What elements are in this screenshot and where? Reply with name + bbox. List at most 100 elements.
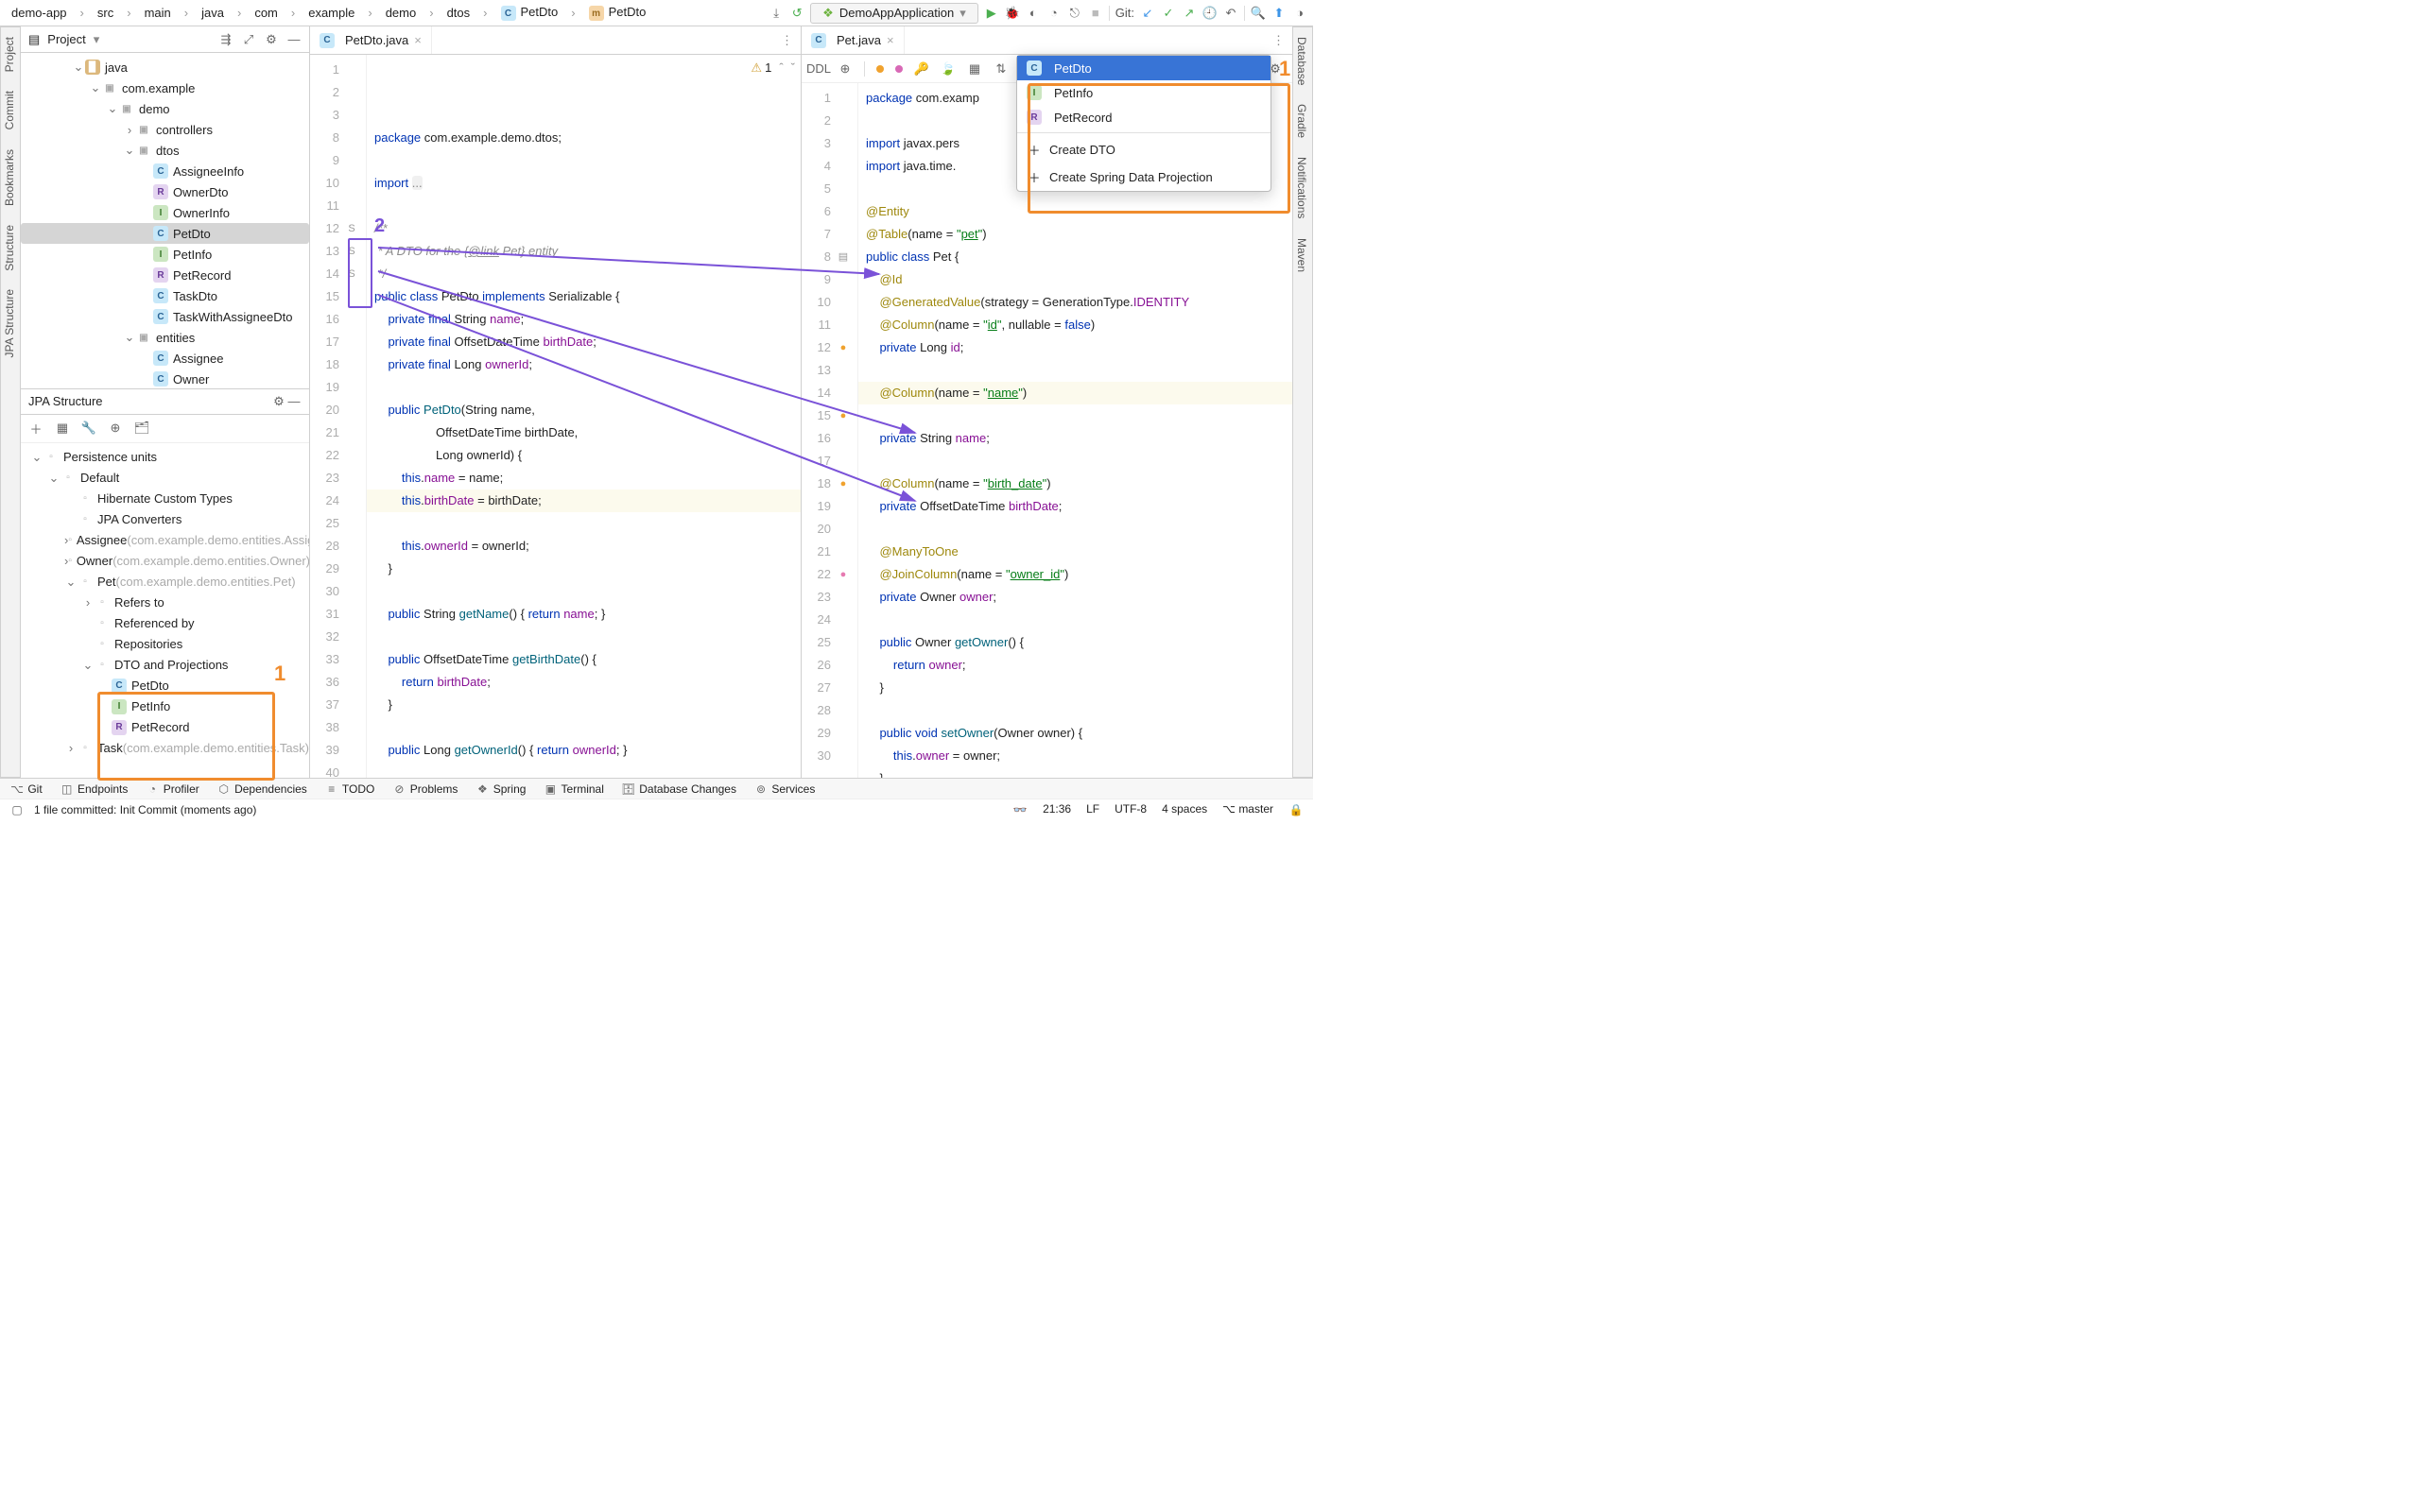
tree-item-entities[interactable]: ⌄▣entities xyxy=(21,327,309,348)
git-update-icon[interactable]: ↙ xyxy=(1140,6,1155,21)
tree-item-assignee[interactable]: CAssignee xyxy=(21,348,309,369)
tool-stripe-structure[interactable]: Structure xyxy=(1,215,18,281)
gear-icon[interactable]: ⚙ xyxy=(271,394,286,409)
select-opened-icon[interactable]: ⇶ xyxy=(218,32,233,47)
leaf-icon[interactable]: 🍃 xyxy=(941,61,956,77)
tree-item-controllers[interactable]: ›▣controllers xyxy=(21,119,309,140)
gear-icon[interactable]: ⚙ xyxy=(264,32,279,47)
breadcrumbs[interactable]: demo-appsrcmainjavacomexampledemodtosCPe… xyxy=(6,3,651,24)
expand-all-icon[interactable]: ⤢ xyxy=(241,32,256,47)
toolwindows-icon[interactable]: ▢ xyxy=(9,802,25,817)
toolwindow-services[interactable]: ⊚ Services xyxy=(753,782,815,797)
coverage-icon[interactable]: ◐ xyxy=(1026,6,1041,21)
ide-logo-icon[interactable]: ◑ xyxy=(1292,6,1307,21)
tool-stripe-maven[interactable]: Maven xyxy=(1293,229,1310,282)
tab-more-icon[interactable]: ⋮ xyxy=(1265,33,1292,48)
tool-stripe-notifications[interactable]: Notifications xyxy=(1293,147,1310,228)
breadcrumb-item[interactable]: example xyxy=(302,4,360,22)
add-attr-icon[interactable]: ⊕ xyxy=(838,61,853,77)
status-branch[interactable]: ⌥ master xyxy=(1222,802,1273,817)
liquibase-icon[interactable]: 🗂 xyxy=(134,421,149,436)
close-icon[interactable]: × xyxy=(414,33,422,47)
marker-icon[interactable] xyxy=(876,65,884,73)
debug-icon[interactable]: 🐞 xyxy=(1005,6,1020,21)
jpa-item-jpa-converters[interactable]: ▫JPA Converters xyxy=(21,509,309,530)
git-commit-icon[interactable]: ✓ xyxy=(1161,6,1176,21)
editor-tab-pet[interactable]: C Pet.java × xyxy=(802,26,905,54)
toolwindow-spring[interactable]: ❖ Spring xyxy=(475,782,526,797)
jpa-item-refers-to[interactable]: ›▫Refers to xyxy=(21,593,309,613)
git-history-icon[interactable]: 🕘 xyxy=(1202,6,1218,21)
add-icon[interactable]: ＋ xyxy=(28,421,43,436)
tree-item-taskdto[interactable]: CTaskDto xyxy=(21,285,309,306)
jpa-item-dto-and-projections[interactable]: ⌄▫DTO and Projections xyxy=(21,655,309,676)
tool-stripe-project[interactable]: Project xyxy=(1,27,18,81)
tool-stripe-jpa-structure[interactable]: JPA Structure xyxy=(1,280,18,367)
tree-item-petdto[interactable]: CPetDto xyxy=(21,223,309,244)
project-title[interactable]: Project xyxy=(47,32,85,46)
breadcrumb-item[interactable]: java xyxy=(196,4,230,22)
jpa-item-petrecord[interactable]: RPetRecord xyxy=(21,717,309,738)
popup-item-petinfo[interactable]: IPetInfo xyxy=(1017,80,1270,105)
tool-stripe-gradle[interactable]: Gradle xyxy=(1293,94,1310,147)
attach-icon[interactable]: ⎋ xyxy=(1067,6,1082,21)
profile-icon[interactable]: ◔ xyxy=(1046,6,1062,21)
jpa-title[interactable]: JPA Structure xyxy=(28,394,103,408)
editor-tab-petdto[interactable]: C PetDto.java × xyxy=(310,26,432,54)
tree-item-taskwithassigneedto[interactable]: CTaskWithAssigneeDto xyxy=(21,306,309,327)
toolwindow-profiler[interactable]: ◔ Profiler xyxy=(145,782,199,797)
jpa-item-task[interactable]: ›▫Task (com.example.demo.entities.Task) xyxy=(21,738,309,759)
breadcrumb-item[interactable]: demo xyxy=(380,4,423,22)
jpa-item-petinfo[interactable]: IPetInfo xyxy=(21,696,309,717)
tree-item-owner[interactable]: COwner xyxy=(21,369,309,388)
toolwindow-endpoints[interactable]: ◫ Endpoints xyxy=(60,782,129,797)
jpa-tree[interactable]: ⌄▫Persistence units⌄▫Default▫Hibernate C… xyxy=(21,443,309,779)
status-indent[interactable]: 4 spaces xyxy=(1162,802,1207,817)
inspections-widget[interactable]: 1 ˆˇ xyxy=(751,57,795,79)
tree-item-ownerinfo[interactable]: IOwnerInfo xyxy=(21,202,309,223)
tree-item-dtos[interactable]: ⌄▣dtos xyxy=(21,140,309,161)
status-time[interactable]: 21:36 xyxy=(1043,802,1071,817)
jpa-item-default[interactable]: ⌄▫Default xyxy=(21,468,309,489)
dto-projection-icon[interactable]: ⇅ xyxy=(994,61,1009,77)
tool-stripe-database[interactable]: Database xyxy=(1293,27,1310,94)
search-icon[interactable]: 🔍 xyxy=(1251,6,1266,21)
stop-icon[interactable]: ■ xyxy=(1088,6,1103,21)
code-area[interactable]: 1 ˆˇ package com.example.demo.dtos; impo… xyxy=(367,55,801,778)
jpa-item-referenced-by[interactable]: ▫Referenced by xyxy=(21,613,309,634)
breadcrumb-item[interactable]: CPetDto xyxy=(495,3,564,24)
run-config-selector[interactable]: ❖ DemoAppApplication xyxy=(810,3,978,24)
sync-icon[interactable]: ↺ xyxy=(789,6,804,21)
git-push-icon[interactable]: ↗ xyxy=(1182,6,1197,21)
ddl-icon[interactable]: DDL xyxy=(811,61,826,77)
jpa-item-owner[interactable]: ›▫Owner (com.example.demo.entities.Owner… xyxy=(21,551,309,572)
ide-update-icon[interactable]: ⬆ xyxy=(1271,6,1287,21)
build-icon[interactable]: ⤓ xyxy=(769,6,784,21)
lock-icon[interactable]: 🔒 xyxy=(1288,802,1304,817)
tree-item-ownerdto[interactable]: ROwnerDto xyxy=(21,181,309,202)
er-diagram-icon[interactable]: ▦ xyxy=(55,421,70,436)
key-icon[interactable]: 🔑 xyxy=(914,61,929,77)
gutter[interactable]: SSS 123891011121314151617181920212223242… xyxy=(310,55,367,778)
jpa-item-assignee[interactable]: ›▫Assignee (com.example.demo.entities.As… xyxy=(21,530,309,551)
jpa-item-persistence-units[interactable]: ⌄▫Persistence units xyxy=(21,447,309,468)
jpa-item-repositories[interactable]: ▫Repositories xyxy=(21,634,309,655)
tree-item-java[interactable]: ⌄▉java xyxy=(21,57,309,77)
toolwindow-git[interactable]: ⌥ Git xyxy=(9,782,43,797)
status-encoding[interactable]: UTF-8 xyxy=(1115,802,1147,817)
hide-icon[interactable]: — xyxy=(286,32,302,47)
toolwindow-terminal[interactable]: ▣ Terminal xyxy=(543,782,603,797)
toolwindow-todo[interactable]: ≡ TODO xyxy=(324,782,375,797)
marker-icon[interactable] xyxy=(895,65,903,73)
jpa-item-pet[interactable]: ⌄▫Pet (com.example.demo.entities.Pet) xyxy=(21,572,309,593)
git-rollback-icon[interactable]: ↶ xyxy=(1223,6,1238,21)
popup-action-create-spring-data-projection[interactable]: ＋Create Spring Data Projection xyxy=(1017,163,1270,191)
breadcrumb-item[interactable]: src xyxy=(92,4,119,22)
grid-icon[interactable]: ▦ xyxy=(967,61,982,77)
project-tree[interactable]: ⌄▉java⌄▣com.example⌄▣demo›▣controllers⌄▣… xyxy=(21,53,309,388)
reader-mode-icon[interactable]: 👓 xyxy=(1012,802,1028,817)
toolwindow-problems[interactable]: ⊘ Problems xyxy=(391,782,458,797)
status-line-sep[interactable]: LF xyxy=(1086,802,1099,817)
tree-item-demo[interactable]: ⌄▣demo xyxy=(21,98,309,119)
breadcrumb-item[interactable]: dtos xyxy=(441,4,476,22)
